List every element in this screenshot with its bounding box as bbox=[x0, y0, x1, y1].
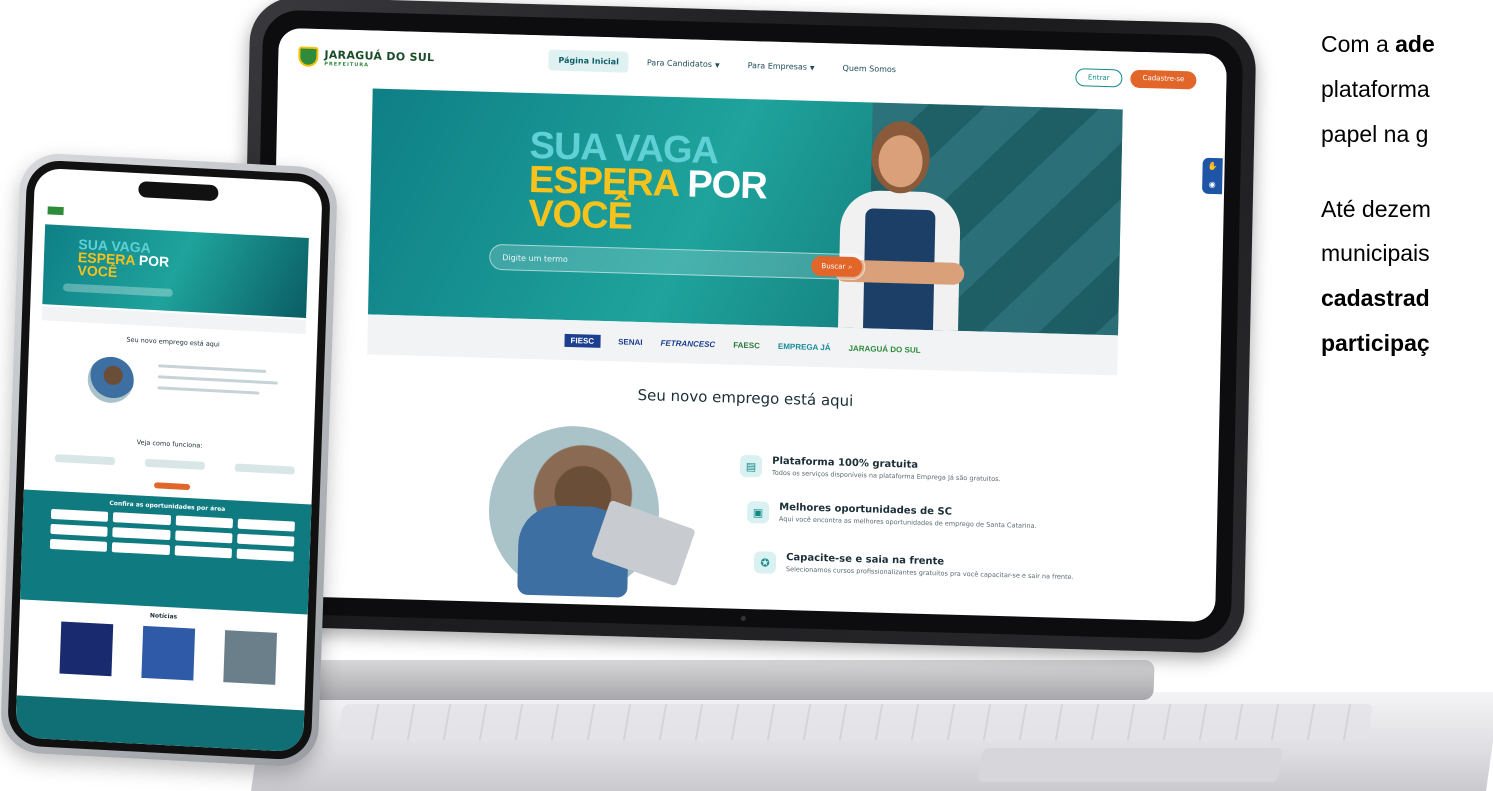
sign-language-icon[interactable]: ✋ bbox=[1202, 158, 1222, 177]
side-text: Com a ade plataforma papel na g Até deze… bbox=[1321, 31, 1435, 357]
nav-home[interactable]: Página Inicial bbox=[548, 49, 630, 73]
document-search-icon: ▤ bbox=[739, 454, 763, 478]
nav-candidates[interactable]: Para Candidatos ▼ bbox=[637, 52, 730, 76]
phone-footer bbox=[15, 695, 305, 753]
chevron-down-icon: ▼ bbox=[714, 62, 720, 70]
tablet-device: JARAGUÁ DO SUL PREFEITURA Página Inicial… bbox=[237, 0, 1257, 654]
phone-news-card[interactable] bbox=[59, 621, 114, 677]
partner-logo: FIESC bbox=[564, 333, 601, 348]
partner-logo: SENAI bbox=[618, 336, 643, 347]
feature-item: ✪ Capacite-se e saia na frente Seleciona… bbox=[753, 551, 1074, 582]
partner-logo: EMPREGA JÁ bbox=[777, 341, 831, 352]
marketing-image: JARAGUÁ DO SUL PREFEITURA Página Inicial… bbox=[0, 0, 1493, 791]
eye-icon[interactable]: ◉ bbox=[1202, 176, 1222, 195]
feature-item: ▤ Plataforma 100% gratuita Todos os serv… bbox=[739, 454, 1001, 484]
phone-screen: SUA VAGA ESPERA POR VOCÊ Seu novo empreg… bbox=[15, 167, 323, 753]
login-button[interactable]: Entrar bbox=[1074, 68, 1123, 88]
hero-title: SUA VAGA ESPERA POR VOCÊ bbox=[528, 125, 768, 238]
chevron-down-icon: ▼ bbox=[809, 64, 815, 72]
nav-companies[interactable]: Para Empresas ▼ bbox=[737, 55, 824, 78]
phone-section-title: Seu novo emprego está aqui bbox=[126, 335, 220, 349]
phone-steps-title: Veja como funciona: bbox=[136, 438, 203, 450]
keyboard-trackpad bbox=[977, 748, 1283, 782]
phone-student-photo bbox=[86, 355, 135, 405]
tablet-bezel: JARAGUÁ DO SUL PREFEITURA Página Inicial… bbox=[250, 9, 1244, 641]
site-logo[interactable] bbox=[47, 206, 64, 216]
search-button[interactable]: Buscar ⌕ bbox=[811, 255, 863, 278]
feature-item: ▣ Melhores oportunidades de SC Aqui você… bbox=[746, 501, 1037, 531]
partner-logo: JARAGUÁ DO SUL bbox=[848, 343, 921, 355]
partner-logo: FETRANCESC bbox=[660, 338, 716, 349]
signup-button[interactable]: Cadastre-se bbox=[1130, 69, 1197, 90]
phone-device: SUA VAGA ESPERA POR VOCÊ Seu novo empreg… bbox=[0, 151, 339, 769]
phone-hero: SUA VAGA ESPERA POR VOCÊ bbox=[42, 224, 309, 319]
phone-notch bbox=[138, 181, 219, 202]
phone-feature-list bbox=[157, 364, 278, 403]
search-placeholder: Digite um termo bbox=[502, 252, 568, 264]
briefcase-icon: ▣ bbox=[746, 501, 770, 524]
camera-dot bbox=[740, 615, 746, 621]
main-nav: Página Inicial Para Candidatos ▼ Para Emp… bbox=[548, 49, 906, 80]
section-title: Seu novo emprego está aqui bbox=[637, 385, 854, 410]
nav-about[interactable]: Quem Somos bbox=[832, 57, 906, 80]
certificate-icon: ✪ bbox=[753, 551, 777, 574]
phone-news-card[interactable] bbox=[223, 630, 278, 685]
partner-logo: FAESC bbox=[733, 340, 761, 350]
tablet-screen: JARAGUÁ DO SUL PREFEITURA Página Inicial… bbox=[267, 27, 1227, 623]
hero-banner: SUA VAGA ESPERA POR VOCÊ Digite um termo… bbox=[368, 88, 1123, 336]
shield-icon bbox=[298, 46, 319, 68]
header-actions: Entrar Cadastre-se bbox=[1074, 68, 1197, 90]
search-input[interactable]: Digite um termo Buscar ⌕ bbox=[489, 243, 866, 281]
accessibility-tab[interactable]: ✋ ◉ bbox=[1202, 157, 1223, 195]
search-icon: ⌕ bbox=[848, 262, 853, 271]
keyboard-hinge bbox=[297, 660, 1155, 700]
keyboard-keys bbox=[336, 704, 1374, 740]
phone-search-input[interactable] bbox=[62, 283, 173, 297]
hero-woman-photo bbox=[823, 109, 978, 331]
phone-news-card[interactable] bbox=[141, 625, 196, 681]
phone-cta-button[interactable] bbox=[154, 482, 191, 491]
site-logo[interactable]: JARAGUÁ DO SUL PREFEITURA bbox=[298, 46, 434, 70]
phone-hero-line-3: VOCÊ bbox=[77, 261, 118, 281]
phone-steps bbox=[54, 454, 295, 481]
